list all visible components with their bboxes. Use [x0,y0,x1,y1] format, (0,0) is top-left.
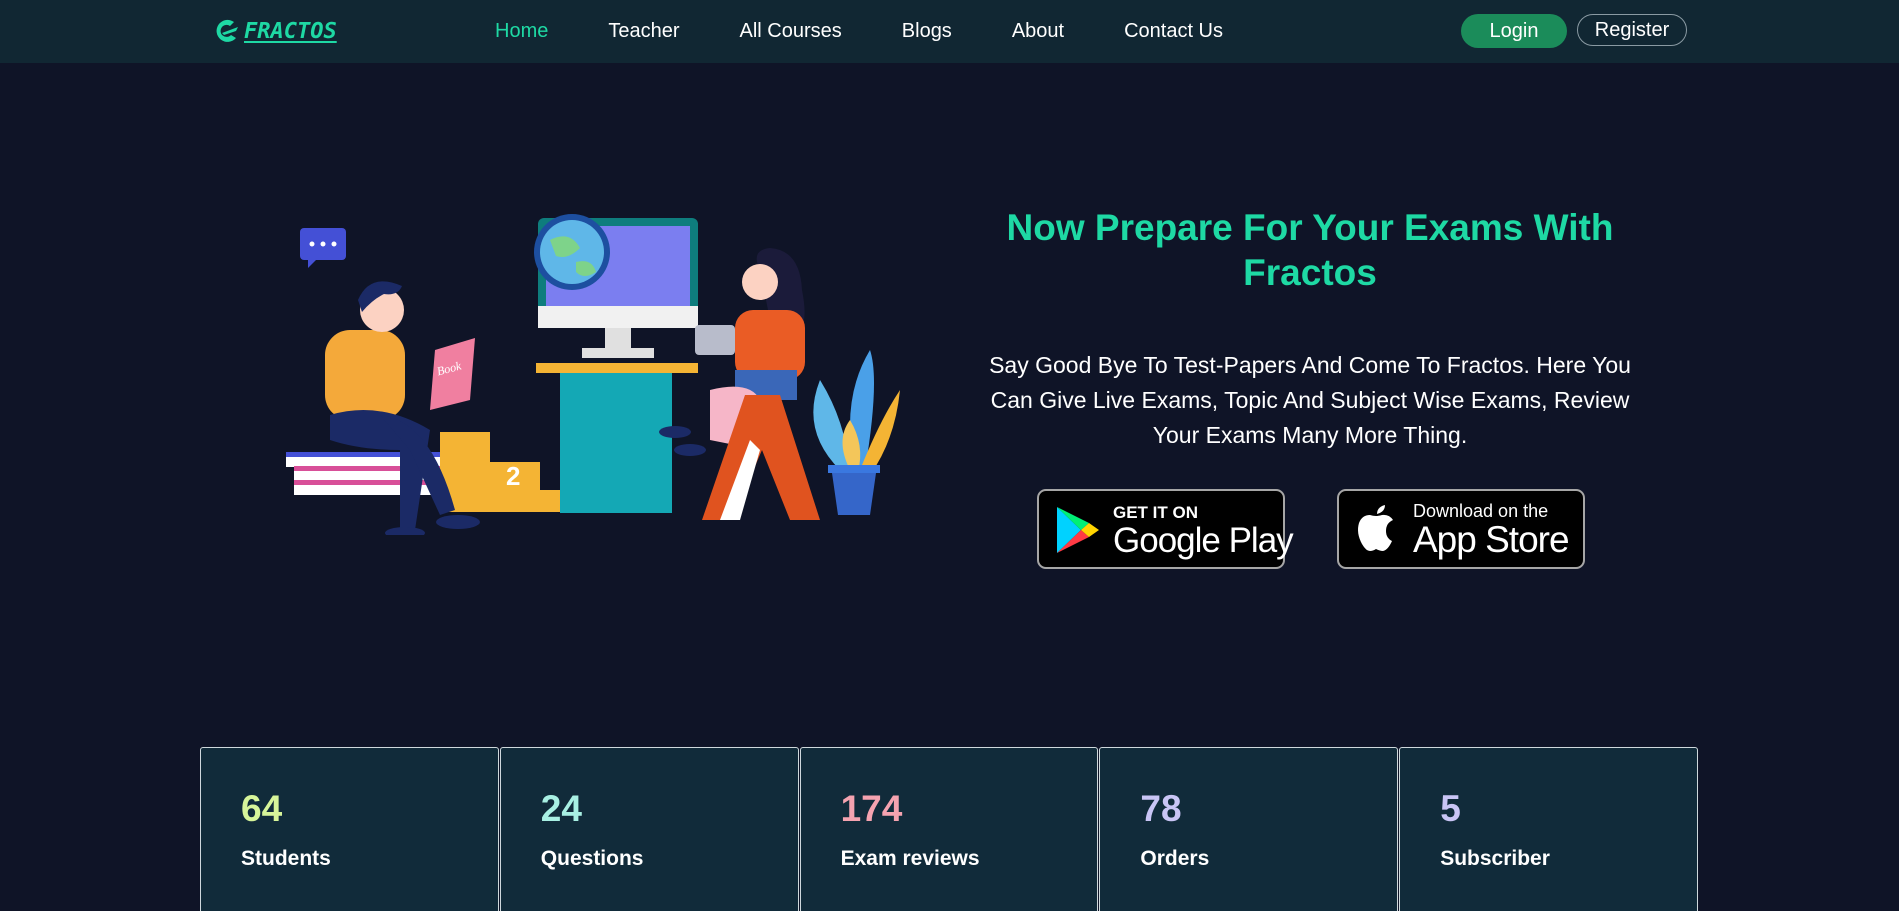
app-store-button[interactable]: Download on the App Store [1337,489,1585,569]
computer-desk [534,214,698,513]
hero-title: Now Prepare For Your Exams With Fractos [1006,207,1614,293]
nav-all-courses[interactable]: All Courses [740,20,842,43]
nav-blogs[interactable]: Blogs [902,20,952,43]
nav-contact-us[interactable]: Contact Us [1124,20,1223,43]
stat-card-questions: 24 Questions [499,747,799,911]
page: FRACTOS Home Teacher All Courses Blogs A… [0,0,1899,911]
main-nav: Home Teacher All Courses Blogs About Con… [495,0,1283,63]
stat-card-subscriber: 5 Subscriber [1399,747,1698,911]
stat-card-students: 64 Students [200,747,499,911]
nav-about[interactable]: About [1012,20,1064,43]
google-play-button[interactable]: GET IT ON Google Play [1037,489,1294,569]
stat-value: 24 [540,788,582,829]
nav-home[interactable]: Home [495,20,548,43]
app-store-big-text: App Store [1413,519,1570,560]
speech-bubble-icon [300,228,346,268]
stat-card-exam-reviews: 174 Exam reviews [799,747,1099,911]
stat-value: 5 [1440,788,1461,829]
stat-card-orders: 78 Orders [1099,747,1399,911]
apple-icon [1358,505,1393,551]
google-play-icon [1057,507,1099,553]
step-number: 2 [506,461,520,491]
plant [813,350,900,515]
fractos-logo-icon [216,19,238,42]
stat-value: 78 [1140,788,1182,829]
google-play-small-text: GET IT ON [1113,503,1198,522]
navbar: FRACTOS Home Teacher All Courses Blogs A… [0,0,1899,63]
stat-value: 174 [840,788,903,829]
stat-label: Subscriber [1440,847,1550,870]
stat-label: Orders [1140,847,1210,870]
stat-label: Exam reviews [840,847,980,870]
hero-illustration: 2 3 Book [286,214,900,535]
google-play-big-text: Google Play [1113,521,1294,560]
register-button[interactable]: Register [1577,14,1687,46]
stat-label: Students [241,847,331,870]
brand-logo[interactable]: FRACTOS [212,15,337,47]
hero-description: Say Good Bye To Test-Papers And Come To … [989,352,1631,448]
stat-label: Questions [540,847,644,870]
nav-teacher[interactable]: Teacher [608,20,679,43]
stats-row: 64 Students 24 Questions 174 Exam review… [200,747,1699,911]
brand-name: FRACTOS [244,18,337,44]
login-button[interactable]: Login [1461,14,1567,48]
stat-value: 64 [241,788,283,829]
